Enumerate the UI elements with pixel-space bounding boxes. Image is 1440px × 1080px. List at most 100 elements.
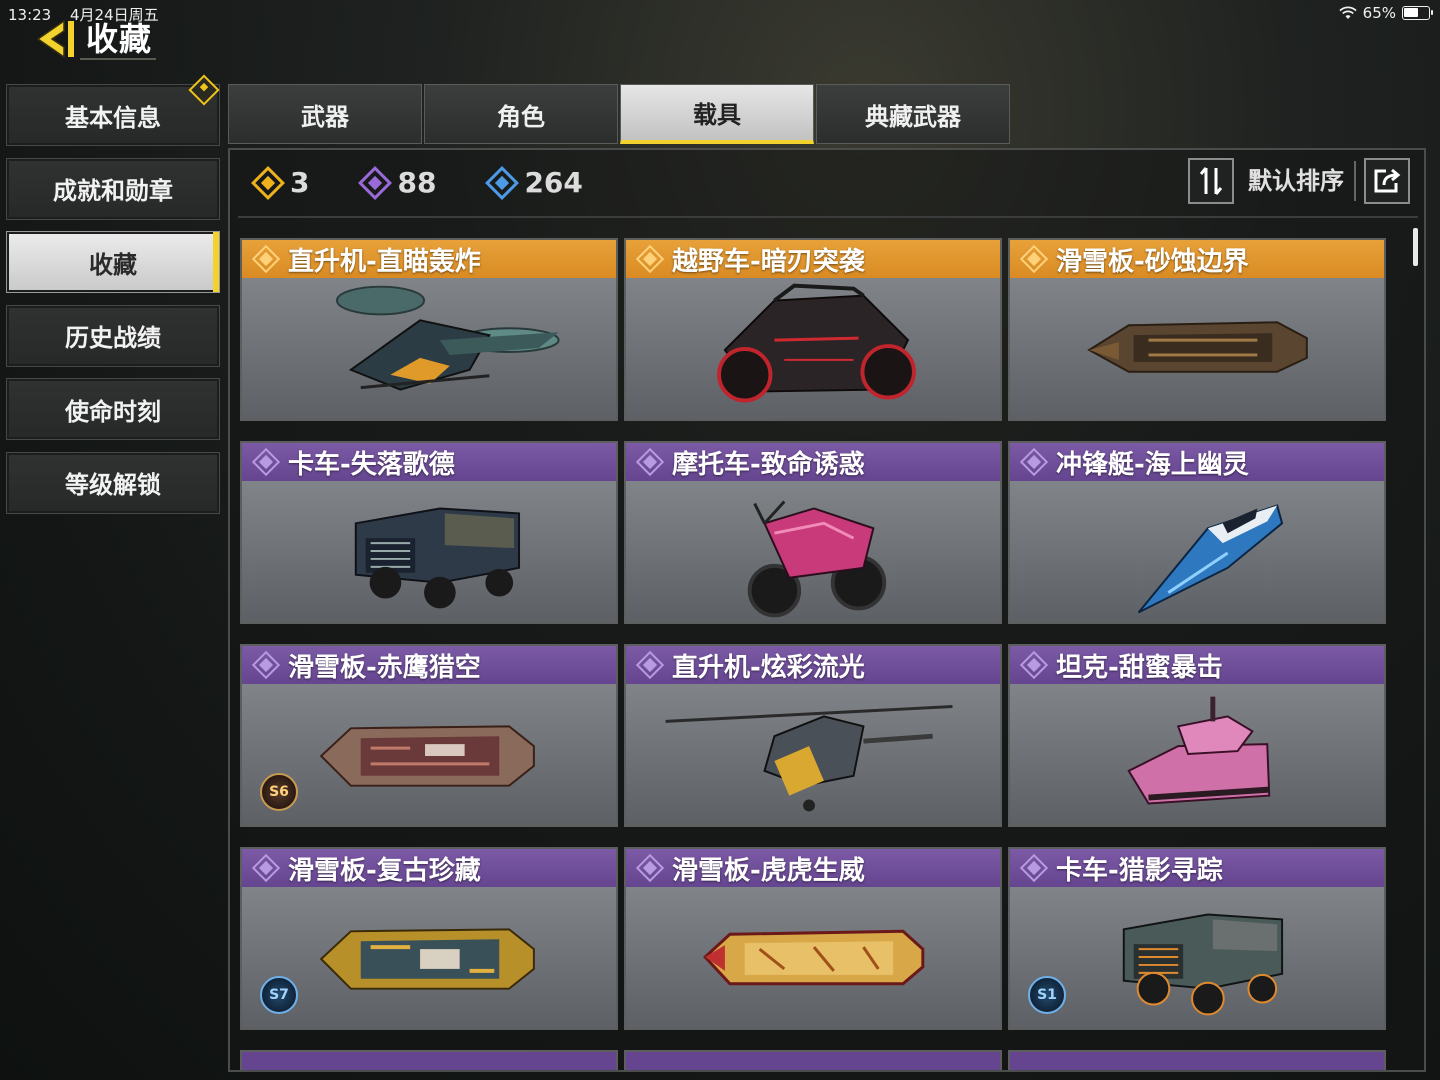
epic-counter: 88 [358,165,437,200]
rare-diamond-icon [485,165,520,200]
hoverboard-image [319,725,535,787]
sidebar-item-collection[interactable]: 收藏 [6,231,220,293]
battery-percent: 65% [1362,4,1396,22]
legendary-diamond-icon [251,165,285,200]
vehicle-name: 越野车-暗刃突袭 [672,246,865,277]
epic-diamond-icon [635,447,665,477]
vehicle-card[interactable]: 坦克-甜蜜暴击 [1008,644,1386,827]
sidebar-item-label: 使命时刻 [65,397,161,426]
epic-diamond-icon [251,447,281,477]
legendary-count: 3 [290,166,310,199]
legendary-diamond-icon [251,244,281,274]
vehicle-name: 滑雪板-虎虎生威 [672,855,865,886]
vehicle-card[interactable]: 滑雪板-赤鹰猎空 S6 [240,644,618,827]
sidebar-item-label: 历史战绩 [65,324,161,352]
vehicle-card[interactable]: 直升机-炫彩流光 [624,644,1002,827]
sidebar-item-label: 等级解锁 [65,471,161,499]
tank-image [1127,696,1271,805]
divider [238,216,1418,218]
legendary-diamond-icon [1019,244,1049,274]
share-button[interactable] [1364,158,1410,204]
speedboat-image [1137,504,1284,614]
season-badge: S6 [260,773,298,811]
rarity-counters: 3 88 264 [251,165,583,200]
rare-counter: 264 [485,165,583,200]
vehicle-name: 滑雪板-砂蚀边界 [1056,246,1249,277]
vehicle-grid: 直升机-直瞄轰炸 越野车-暗刃突袭 滑雪板-砂蚀边界 卡车-失落歌德 摩托车-致… [240,238,1390,1030]
vehicle-card[interactable]: 冲锋艇-海上幽灵 [1008,441,1386,624]
sort-arrows-icon [1199,167,1223,195]
sort-controls: 默认排序 [1188,158,1410,204]
offroad-buggy-image [717,283,916,403]
vehicle-card[interactable]: 越野车-暗刃突袭 [624,238,1002,421]
motorcycle-image [747,500,887,618]
helicopter-image [665,705,953,812]
epic-diamond-icon [1019,853,1049,883]
vehicle-name: 冲锋艇-海上幽灵 [1056,449,1249,480]
share-icon [1374,168,1401,193]
wifi-icon [1339,6,1357,19]
epic-count: 88 [397,166,437,199]
vehicle-name: 坦克-甜蜜暴击 [1056,652,1223,683]
active-indicator [213,232,219,292]
sort-toggle-button[interactable] [1188,158,1234,204]
tab-vehicles[interactable]: 载具 [620,84,814,144]
epic-diamond-icon [635,853,665,883]
tab-collector-weapons[interactable]: 典藏武器 [816,84,1010,144]
legendary-counter: 3 [251,165,310,200]
epic-diamond-icon [251,853,281,883]
legendary-diamond-icon [635,244,665,274]
vehicle-name: 卡车-猎影寻踪 [1056,855,1223,886]
battery-icon [1402,6,1433,20]
vehicle-card[interactable]: 滑雪板-砂蚀边界 [1008,238,1386,421]
sidebar-item-label: 成就和勋章 [53,177,173,205]
vehicle-card[interactable]: 卡车-失落歌德 [240,441,618,624]
tab-characters[interactable]: 角色 [424,84,618,144]
vehicle-name: 卡车-失落歌德 [288,449,455,480]
sidebar-item-level-unlock[interactable]: 等级解锁 [6,451,220,514]
sidebar-item-label: 基本信息 [65,103,161,132]
vehicle-name: 滑雪板-复古珍藏 [288,855,481,886]
vehicle-card[interactable]: 滑雪板-复古珍藏 S7 [240,847,618,1030]
battery-fill [1404,8,1418,17]
vehicle-name: 直升机-炫彩流光 [672,652,865,683]
rare-count: 264 [524,166,583,199]
vehicle-name: 滑雪板-赤鹰猎空 [288,652,481,683]
epic-diamond-icon [635,650,665,680]
vehicle-card[interactable]: 摩托车-致命诱惑 [624,441,1002,624]
vehicle-name: 直升机-直瞄轰炸 [288,246,481,277]
epic-diamond-icon [358,165,393,200]
vehicle-card-partial[interactable] [1008,1050,1386,1070]
next-row-peek [240,1050,1390,1070]
sidebar-item-achievements[interactable]: 成就和勋章 [6,157,220,220]
vehicle-card[interactable]: 直升机-直瞄轰炸 [240,238,618,421]
vehicle-card-partial[interactable] [240,1050,618,1070]
epic-diamond-icon [1019,650,1049,680]
truck-image [1122,913,1284,1016]
back-arrow-icon[interactable] [34,18,82,60]
vehicle-card[interactable]: 滑雪板-虎虎生威 [624,847,1002,1030]
vehicle-card[interactable]: 卡车-猎影寻踪 S1 [1008,847,1386,1030]
season-badge: S1 [1028,976,1066,1014]
title-underline [80,58,156,60]
hoverboard-image [703,929,925,986]
truck-image [354,507,521,609]
sidebar-item-label: 收藏 [89,250,137,279]
sidebar-item-mission-moments[interactable]: 使命时刻 [6,378,220,440]
collection-panel: 3 88 264 默认排序 直升机-直瞄轰炸 越野车-暗刃突袭 滑雪板-砂蚀边界… [228,148,1426,1072]
hoverboard-image [1087,321,1308,373]
season-badge: S7 [260,976,298,1014]
sidebar: 基本信息 成就和勋章 收藏 历史战绩 使命时刻 等级解锁 [6,74,220,525]
sidebar-item-basic-info[interactable]: 基本信息 [6,74,220,146]
vehicle-card-partial[interactable] [624,1050,1002,1070]
scrollbar-thumb[interactable] [1413,228,1418,266]
helicopter-image [335,285,560,391]
tab-weapons[interactable]: 武器 [228,84,422,144]
page-title: 收藏 [86,20,153,58]
sidebar-item-match-history[interactable]: 历史战绩 [6,304,220,367]
hoverboard-image [319,928,535,990]
epic-diamond-icon [251,650,281,680]
sort-label[interactable]: 默认排序 [1234,161,1356,201]
status-bar: 13:23 4月24日周五 65% [0,0,1440,26]
epic-diamond-icon [1019,447,1049,477]
